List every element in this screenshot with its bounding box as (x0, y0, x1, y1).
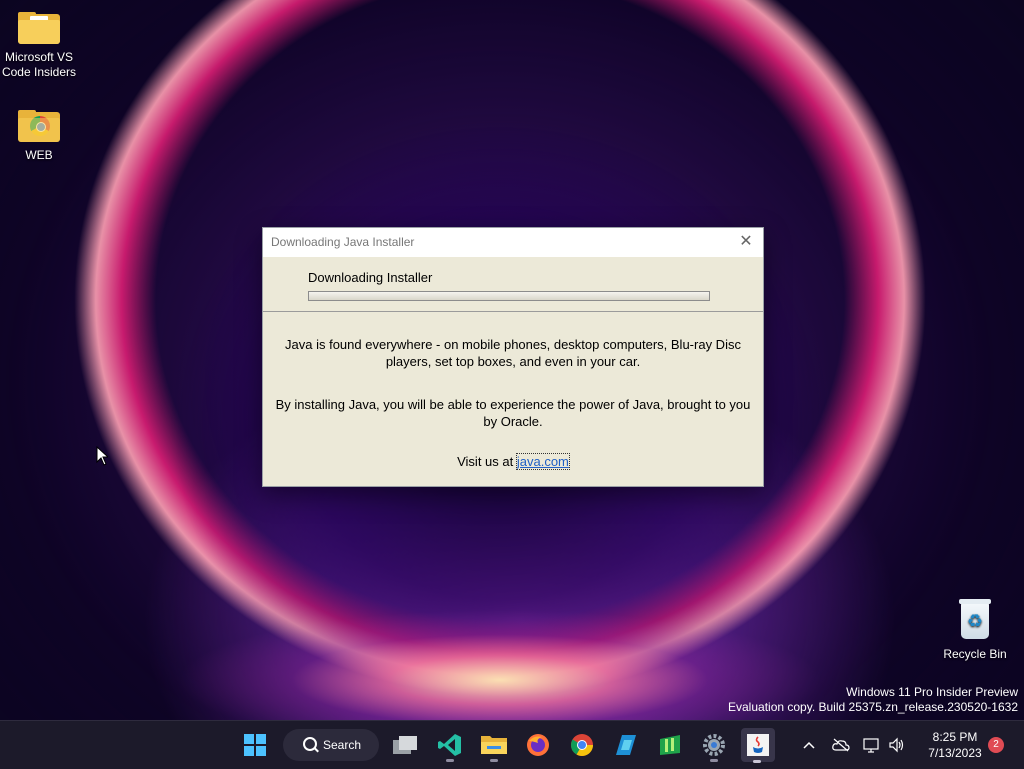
close-icon[interactable]: ✕ (737, 233, 755, 251)
java-download-dialog: Downloading Java Installer ✕ Downloading… (262, 227, 764, 487)
desktop-icon-label: Recycle Bin (943, 647, 1007, 661)
settings-button[interactable] (698, 729, 730, 762)
azure-data-studio-button[interactable] (610, 729, 642, 761)
volume-button[interactable] (886, 729, 908, 761)
desktop-icon-label: Microsoft VS Code Insiders (1, 50, 77, 79)
windows-watermark: Windows 11 Pro Insider Preview Evaluatio… (728, 685, 1018, 715)
running-indicator (710, 759, 718, 762)
chrome-icon (571, 734, 593, 756)
watermark-line-1: Windows 11 Pro Insider Preview (846, 685, 1018, 699)
windows-logo-icon (244, 734, 266, 756)
network-button[interactable] (861, 729, 883, 761)
recycle-bin-icon: ♻ (957, 597, 993, 641)
java-installer-button[interactable] (741, 728, 775, 763)
java-com-link[interactable]: java.com (515, 453, 570, 470)
notification-badge[interactable]: 2 (988, 737, 1004, 753)
volume-icon (889, 737, 904, 753)
running-indicator (753, 760, 761, 763)
visit-prefix: Visit us at (457, 454, 514, 469)
info-paragraph-2: By installing Java, you will be able to … (275, 397, 751, 429)
dialog-titlebar[interactable]: Downloading Java Installer ✕ (263, 228, 763, 257)
start-button[interactable] (239, 729, 271, 761)
file-explorer-button[interactable] (478, 729, 510, 762)
taskbar-search[interactable]: Search (283, 729, 379, 761)
azure-data-studio-icon (616, 735, 636, 755)
folder-icon (18, 12, 60, 44)
chrome-button[interactable] (566, 729, 598, 761)
desktop-icon-vscode-insiders[interactable]: Microsoft VS Code Insiders (1, 12, 77, 80)
network-icon (863, 738, 879, 753)
download-progress-bar (308, 291, 710, 301)
info-paragraph-1: Java is found everywhere - on mobile pho… (285, 337, 741, 369)
desktop-icon-recycle-bin[interactable]: ♻ Recycle Bin (937, 597, 1013, 662)
firefox-icon (527, 734, 549, 756)
vscode-insiders-icon (438, 734, 461, 756)
show-hidden-icons-button[interactable] (799, 729, 819, 761)
watermark-line-2: Evaluation copy. Build 25375.zn_release.… (728, 700, 1018, 714)
running-indicator (490, 759, 498, 762)
file-explorer-icon (481, 736, 507, 754)
visit-line: Visit us at java.com (263, 453, 763, 470)
desktop-icon-label: WEB (25, 148, 53, 162)
wallpaper-glow (180, 560, 820, 720)
desktop-icon-web[interactable]: WEB (1, 110, 77, 163)
clock-time: 8:25 PM (932, 730, 978, 744)
onedrive-button[interactable] (830, 729, 852, 761)
search-label: Search (323, 738, 362, 752)
clock-date: 7/13/2023 (928, 746, 982, 760)
task-view-button[interactable] (390, 729, 422, 761)
firefox-button[interactable] (522, 729, 554, 761)
dialog-header: Downloading Installer (263, 257, 763, 312)
task-view-icon (393, 736, 417, 754)
search-icon (303, 737, 317, 751)
excel-like-icon (660, 735, 680, 755)
running-indicator (446, 759, 454, 762)
folder-chrome-icon (18, 110, 60, 142)
cloud-offline-icon (832, 738, 850, 752)
chevron-up-icon (803, 741, 815, 749)
download-status: Downloading Installer (308, 270, 433, 285)
taskbar: Search 8:25 PM 7/13/2023 2 (0, 720, 1024, 769)
dialog-title: Downloading Java Installer (271, 235, 415, 249)
vscode-insiders-button[interactable] (434, 729, 466, 762)
settings-icon (703, 734, 725, 756)
clock[interactable]: 8:25 PM 7/13/2023 (918, 729, 992, 761)
java-icon (747, 734, 769, 756)
green-app-button[interactable] (654, 729, 686, 761)
mouse-cursor-icon (96, 446, 108, 466)
